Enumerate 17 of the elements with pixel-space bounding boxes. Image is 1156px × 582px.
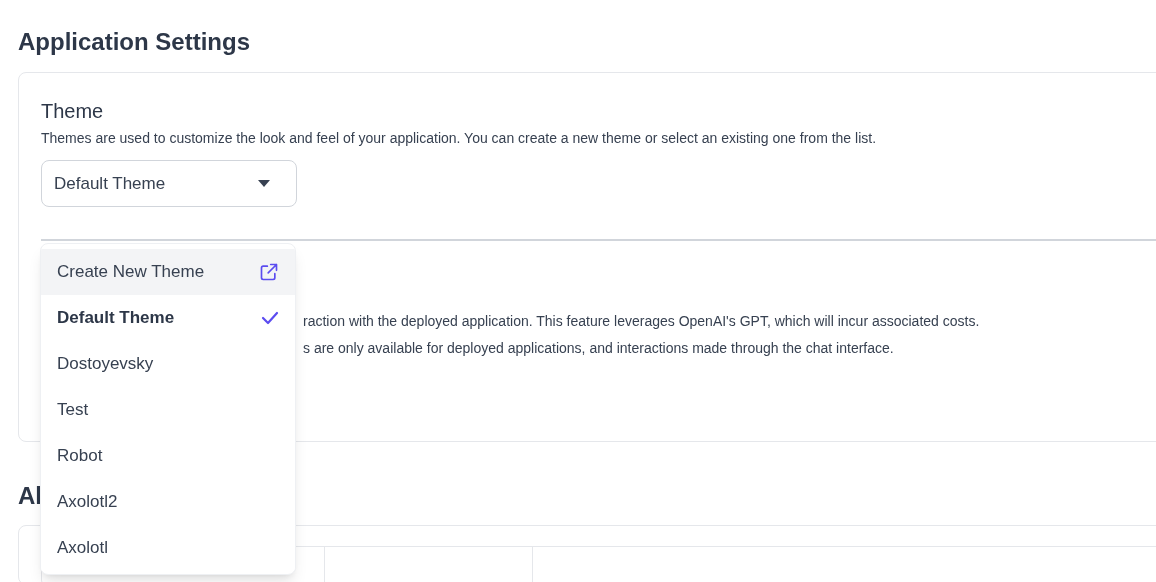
section-description: Themes are used to customize the look and feel of your application. You can create a new theme or select an existing one from the list. bbox=[41, 129, 878, 148]
dropdown-item[interactable]: Default Theme bbox=[41, 295, 295, 341]
page-title: Application Settings bbox=[18, 27, 251, 57]
dropdown-item[interactable]: Robot bbox=[41, 433, 295, 479]
external-link-icon bbox=[259, 262, 279, 282]
check-icon bbox=[261, 311, 279, 325]
dropdown-item[interactable]: Axolotl bbox=[41, 525, 295, 571]
section-description: s are only available for deployed applications, and interactions made through the chat interface. bbox=[303, 339, 895, 358]
section-title: Theme bbox=[41, 99, 105, 124]
caret-icon bbox=[258, 179, 270, 188]
dropdown-item[interactable]: Test bbox=[41, 387, 295, 433]
section-description: raction with the deployed application. This feature leverages OpenAI's GPT, which will incur associated costs. bbox=[303, 312, 981, 331]
dropdown-item[interactable]: Axolotl2 bbox=[41, 479, 295, 525]
section-heading: Al bbox=[18, 481, 42, 511]
dropdown-item[interactable]: Create New Theme bbox=[41, 249, 295, 295]
theme-select[interactable]: Default Theme bbox=[41, 160, 297, 207]
dropdown-item[interactable]: Dostoyevsky bbox=[41, 341, 295, 387]
